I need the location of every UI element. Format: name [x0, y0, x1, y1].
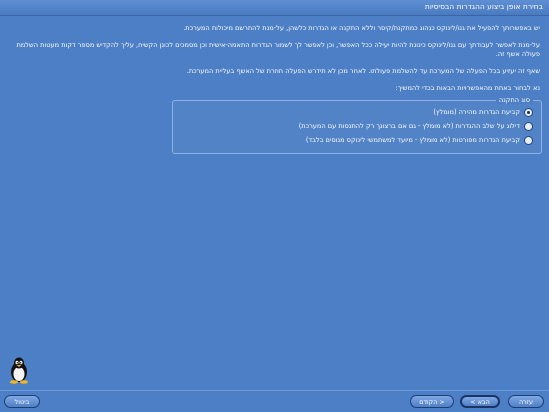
- choose-prompt: נא לבחור באחת מהאפשרויות הבאות בכדי להמש…: [395, 84, 540, 92]
- option-skip-setup-label: דילוג על שלב ההגדרות (לא מומלץ - גם אם ב…: [298, 122, 520, 130]
- window-title: בחירת אופן ביצוע ההגדרות הבסיסיות: [424, 2, 543, 11]
- help-button[interactable]: עזרה: [508, 395, 544, 408]
- setup-type-legend: סוג התקנה: [495, 96, 533, 104]
- option-quick-setup[interactable]: קביעת הגדרות מהירה (מומלץ): [433, 107, 533, 117]
- intro-text: יש באפשרותך להפעיל את גנו/לינוקס כנהוג כ…: [10, 24, 540, 101]
- cancel-button[interactable]: ביטול: [4, 395, 40, 408]
- intro-paragraph-3: שאף זה יעזיע בכל הפעלה של המערכת עד להשל…: [186, 67, 540, 75]
- previous-button[interactable]: < הקודם: [410, 395, 454, 408]
- option-detailed-setup-label: קביעת הגדרות מפורטות (לא מומלץ - מיועד ל…: [305, 136, 520, 144]
- setup-type-group: סוג התקנה קביעת הגדרות מהירה (מומלץ) דיל…: [172, 96, 542, 154]
- option-quick-setup-label: קביעת הגדרות מהירה (מומלץ): [433, 108, 520, 116]
- radio-button[interactable]: [524, 135, 533, 145]
- tux-penguin-icon: [10, 357, 28, 384]
- intro-paragraph-2: על-מנת לאפשר לעבודתך עם גנו/לינוקס כינונ…: [16, 41, 540, 58]
- option-skip-setup[interactable]: דילוג על שלב ההגדרות (לא מומלץ - גם אם ב…: [299, 121, 533, 131]
- title-bar: בחירת אופן ביצוע ההגדרות הבסיסיות: [0, 0, 549, 16]
- radio-button-checked[interactable]: [524, 107, 533, 117]
- option-detailed-setup[interactable]: קביעת הגדרות מפורטות (לא מומלץ - מיועד ל…: [306, 135, 533, 145]
- radio-button[interactable]: [524, 121, 533, 131]
- footer-divider: [0, 390, 549, 391]
- next-button[interactable]: הבא >: [460, 395, 500, 408]
- intro-paragraph-1: יש באפשרותך להפעיל את גנו/לינוקס כנהוג כ…: [183, 24, 540, 32]
